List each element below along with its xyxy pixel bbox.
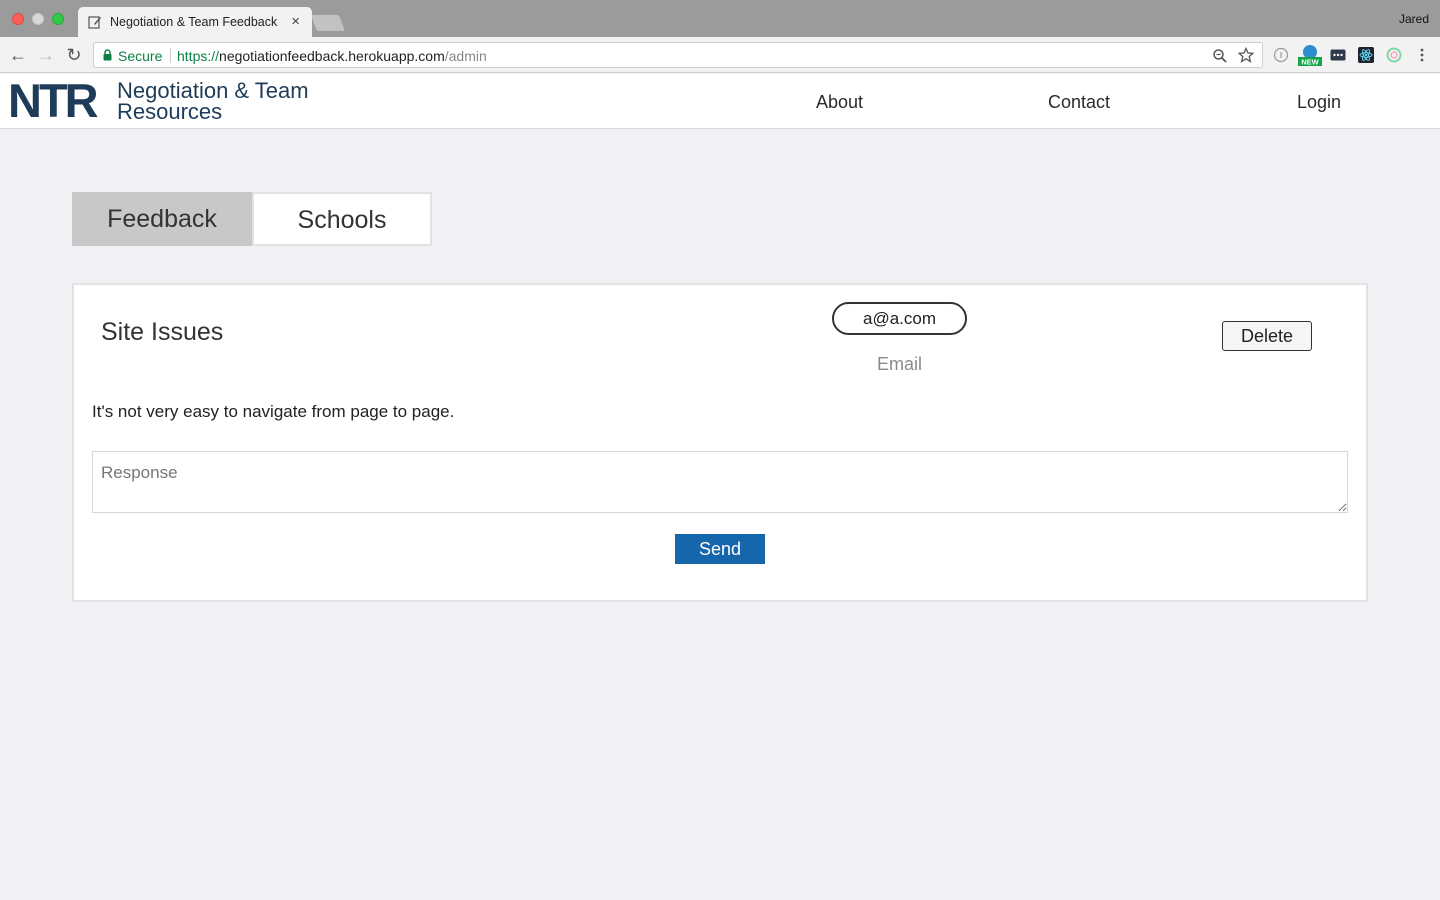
extension-dots-icon[interactable]: [1330, 47, 1346, 63]
svg-text:NEW: NEW: [1301, 58, 1319, 67]
url-text: https://negotiationfeedback.herokuapp.co…: [177, 48, 487, 64]
edit-page-icon: [88, 16, 101, 29]
browser-tab-title: Negotiation & Team Feedback: [110, 15, 278, 29]
feedback-card: Site Issues a@a.com Email Delete It's no…: [72, 283, 1368, 602]
email-label: Email: [876, 354, 922, 374]
new-tab-button[interactable]: [311, 15, 345, 31]
browser-toolbar: ← → ↻ Secure https://negotiationfeedback…: [0, 37, 1440, 73]
logo-mark: NTR: [8, 74, 99, 127]
bookmark-star-icon[interactable]: [1238, 47, 1254, 63]
secure-label: Secure: [118, 48, 163, 64]
logo-text: Negotiation & Team Resources: [117, 78, 309, 124]
delete-button[interactable]: Delete: [1222, 321, 1312, 351]
extension-circle-icon[interactable]: [1273, 47, 1289, 63]
url-scheme: https://: [177, 48, 220, 64]
nav-contact-link[interactable]: Contact: [1048, 92, 1110, 113]
nav-login-link[interactable]: Login: [1297, 92, 1341, 113]
extension-new-icon[interactable]: NEW: [1298, 44, 1322, 66]
email-badge: a@a.com: [832, 302, 967, 335]
reload-icon[interactable]: ↻: [64, 45, 84, 65]
address-bar[interactable]: Secure https://negotiationfeedback.herok…: [93, 42, 1263, 68]
zoom-icon[interactable]: [1212, 48, 1228, 64]
browser-tab[interactable]: Negotiation & Team Feedback ×: [78, 7, 312, 37]
back-icon[interactable]: ←: [8, 45, 28, 65]
tab-close-icon[interactable]: ×: [291, 13, 300, 30]
address-separator: [170, 48, 171, 63]
window-minimize-button[interactable]: [32, 13, 44, 25]
url-path: /admin: [444, 48, 487, 64]
window-close-button[interactable]: [12, 13, 24, 25]
tab-feedback[interactable]: Feedback: [72, 192, 252, 246]
url-host: negotiationfeedback.herokuapp.com: [219, 48, 445, 64]
lock-icon: [103, 49, 112, 61]
send-button[interactable]: Send: [675, 534, 765, 564]
browser-menu-icon[interactable]: [1414, 47, 1430, 63]
logo-line-1: Negotiation & Team: [117, 78, 309, 103]
extension-swirl-icon[interactable]: [1386, 47, 1402, 63]
profile-name[interactable]: Jared: [1399, 12, 1429, 26]
feedback-title: Site Issues: [101, 318, 224, 346]
extension-react-icon[interactable]: [1358, 47, 1374, 63]
tab-schools[interactable]: Schools: [252, 192, 432, 246]
feedback-message: It's not very easy to navigate from page…: [92, 402, 455, 421]
browser-tabstrip: Negotiation & Team Feedback × Jared: [0, 0, 1440, 37]
window-maximize-button[interactable]: [52, 13, 64, 25]
response-field[interactable]: [92, 451, 1348, 513]
site-header: NTR Negotiation & Team Resources About C…: [0, 74, 1440, 129]
forward-icon[interactable]: →: [36, 45, 56, 65]
logo-line-2: Resources: [117, 99, 223, 124]
nav-about-link[interactable]: About: [816, 92, 863, 113]
